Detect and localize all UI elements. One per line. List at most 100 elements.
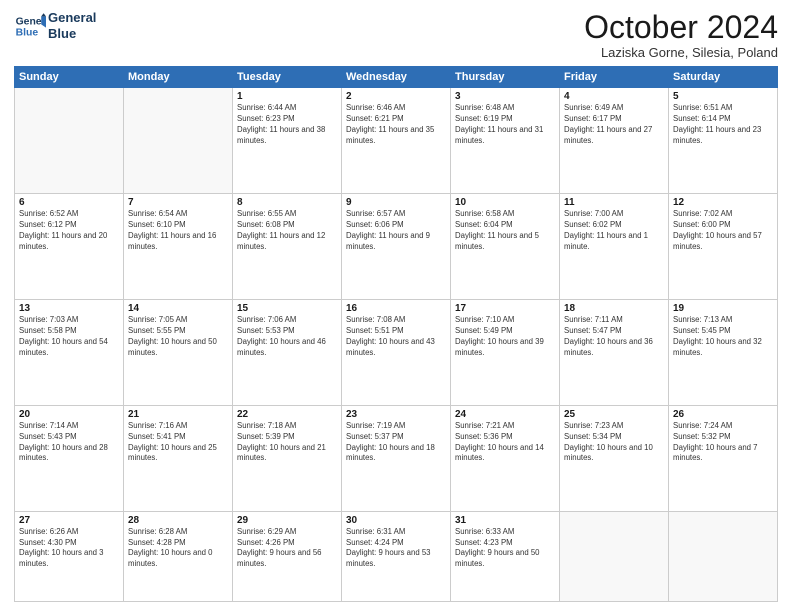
calendar-cell: 6Sunrise: 6:52 AM Sunset: 6:12 PM Daylig… — [15, 194, 124, 300]
day-info: Sunrise: 6:58 AM Sunset: 6:04 PM Dayligh… — [455, 209, 555, 253]
day-info: Sunrise: 7:21 AM Sunset: 5:36 PM Dayligh… — [455, 421, 555, 465]
calendar-cell: 29Sunrise: 6:29 AM Sunset: 4:26 PM Dayli… — [233, 511, 342, 601]
calendar-cell: 2Sunrise: 6:46 AM Sunset: 6:21 PM Daylig… — [342, 88, 451, 194]
day-info: Sunrise: 6:52 AM Sunset: 6:12 PM Dayligh… — [19, 209, 119, 253]
day-info: Sunrise: 7:00 AM Sunset: 6:02 PM Dayligh… — [564, 209, 664, 253]
day-number: 19 — [673, 303, 773, 314]
svg-text:Blue: Blue — [16, 28, 39, 39]
day-number: 30 — [346, 515, 446, 526]
calendar-cell: 16Sunrise: 7:08 AM Sunset: 5:51 PM Dayli… — [342, 299, 451, 405]
day-info: Sunrise: 6:29 AM Sunset: 4:26 PM Dayligh… — [237, 527, 337, 571]
day-info: Sunrise: 6:54 AM Sunset: 6:10 PM Dayligh… — [128, 209, 228, 253]
day-number: 8 — [237, 197, 337, 208]
day-info: Sunrise: 6:55 AM Sunset: 6:08 PM Dayligh… — [237, 209, 337, 253]
calendar-table: Sunday Monday Tuesday Wednesday Thursday… — [14, 66, 778, 602]
day-number: 13 — [19, 303, 119, 314]
day-number: 21 — [128, 409, 228, 420]
day-number: 23 — [346, 409, 446, 420]
page: General Blue General Blue October 2024 L… — [0, 0, 792, 612]
calendar-header: Sunday Monday Tuesday Wednesday Thursday… — [15, 67, 778, 88]
calendar-week-1: 1Sunrise: 6:44 AM Sunset: 6:23 PM Daylig… — [15, 88, 778, 194]
col-monday: Monday — [124, 67, 233, 88]
day-info: Sunrise: 6:31 AM Sunset: 4:24 PM Dayligh… — [346, 527, 446, 571]
calendar-cell: 5Sunrise: 6:51 AM Sunset: 6:14 PM Daylig… — [669, 88, 778, 194]
calendar-cell: 13Sunrise: 7:03 AM Sunset: 5:58 PM Dayli… — [15, 299, 124, 405]
title-block: October 2024 Laziska Gorne, Silesia, Pol… — [584, 10, 778, 60]
day-number: 28 — [128, 515, 228, 526]
day-info: Sunrise: 7:14 AM Sunset: 5:43 PM Dayligh… — [19, 421, 119, 465]
day-info: Sunrise: 6:49 AM Sunset: 6:17 PM Dayligh… — [564, 103, 664, 147]
calendar-cell: 7Sunrise: 6:54 AM Sunset: 6:10 PM Daylig… — [124, 194, 233, 300]
calendar-cell: 20Sunrise: 7:14 AM Sunset: 5:43 PM Dayli… — [15, 405, 124, 511]
calendar-cell: 25Sunrise: 7:23 AM Sunset: 5:34 PM Dayli… — [560, 405, 669, 511]
day-info: Sunrise: 7:03 AM Sunset: 5:58 PM Dayligh… — [19, 315, 119, 359]
col-friday: Friday — [560, 67, 669, 88]
day-number: 10 — [455, 197, 555, 208]
day-info: Sunrise: 7:06 AM Sunset: 5:53 PM Dayligh… — [237, 315, 337, 359]
calendar-cell: 30Sunrise: 6:31 AM Sunset: 4:24 PM Dayli… — [342, 511, 451, 601]
calendar-cell: 21Sunrise: 7:16 AM Sunset: 5:41 PM Dayli… — [124, 405, 233, 511]
calendar-cell: 9Sunrise: 6:57 AM Sunset: 6:06 PM Daylig… — [342, 194, 451, 300]
logo-line1: General — [48, 10, 96, 26]
day-number: 25 — [564, 409, 664, 420]
day-info: Sunrise: 7:24 AM Sunset: 5:32 PM Dayligh… — [673, 421, 773, 465]
day-number: 26 — [673, 409, 773, 420]
day-info: Sunrise: 7:16 AM Sunset: 5:41 PM Dayligh… — [128, 421, 228, 465]
day-number: 12 — [673, 197, 773, 208]
calendar-cell: 27Sunrise: 6:26 AM Sunset: 4:30 PM Dayli… — [15, 511, 124, 601]
calendar-cell — [669, 511, 778, 601]
day-number: 20 — [19, 409, 119, 420]
day-info: Sunrise: 7:05 AM Sunset: 5:55 PM Dayligh… — [128, 315, 228, 359]
calendar-cell: 11Sunrise: 7:00 AM Sunset: 6:02 PM Dayli… — [560, 194, 669, 300]
calendar-cell: 28Sunrise: 6:28 AM Sunset: 4:28 PM Dayli… — [124, 511, 233, 601]
day-info: Sunrise: 7:13 AM Sunset: 5:45 PM Dayligh… — [673, 315, 773, 359]
day-number: 5 — [673, 91, 773, 102]
calendar-cell: 1Sunrise: 6:44 AM Sunset: 6:23 PM Daylig… — [233, 88, 342, 194]
calendar-cell: 23Sunrise: 7:19 AM Sunset: 5:37 PM Dayli… — [342, 405, 451, 511]
day-number: 1 — [237, 91, 337, 102]
day-info: Sunrise: 6:51 AM Sunset: 6:14 PM Dayligh… — [673, 103, 773, 147]
logo: General Blue General Blue — [14, 10, 96, 42]
calendar-cell: 8Sunrise: 6:55 AM Sunset: 6:08 PM Daylig… — [233, 194, 342, 300]
day-info: Sunrise: 6:57 AM Sunset: 6:06 PM Dayligh… — [346, 209, 446, 253]
calendar-week-2: 6Sunrise: 6:52 AM Sunset: 6:12 PM Daylig… — [15, 194, 778, 300]
day-number: 16 — [346, 303, 446, 314]
day-number: 7 — [128, 197, 228, 208]
calendar-cell: 15Sunrise: 7:06 AM Sunset: 5:53 PM Dayli… — [233, 299, 342, 405]
day-number: 6 — [19, 197, 119, 208]
day-info: Sunrise: 7:08 AM Sunset: 5:51 PM Dayligh… — [346, 315, 446, 359]
day-info: Sunrise: 7:23 AM Sunset: 5:34 PM Dayligh… — [564, 421, 664, 465]
day-number: 29 — [237, 515, 337, 526]
calendar-week-4: 20Sunrise: 7:14 AM Sunset: 5:43 PM Dayli… — [15, 405, 778, 511]
day-info: Sunrise: 6:28 AM Sunset: 4:28 PM Dayligh… — [128, 527, 228, 571]
calendar-week-3: 13Sunrise: 7:03 AM Sunset: 5:58 PM Dayli… — [15, 299, 778, 405]
day-number: 3 — [455, 91, 555, 102]
day-number: 15 — [237, 303, 337, 314]
day-info: Sunrise: 7:10 AM Sunset: 5:49 PM Dayligh… — [455, 315, 555, 359]
day-info: Sunrise: 6:46 AM Sunset: 6:21 PM Dayligh… — [346, 103, 446, 147]
calendar-cell: 10Sunrise: 6:58 AM Sunset: 6:04 PM Dayli… — [451, 194, 560, 300]
day-info: Sunrise: 7:19 AM Sunset: 5:37 PM Dayligh… — [346, 421, 446, 465]
col-saturday: Saturday — [669, 67, 778, 88]
calendar-cell — [124, 88, 233, 194]
calendar-cell: 19Sunrise: 7:13 AM Sunset: 5:45 PM Dayli… — [669, 299, 778, 405]
col-wednesday: Wednesday — [342, 67, 451, 88]
calendar-cell: 24Sunrise: 7:21 AM Sunset: 5:36 PM Dayli… — [451, 405, 560, 511]
month-title: October 2024 — [584, 10, 778, 45]
day-number: 11 — [564, 197, 664, 208]
calendar-cell: 22Sunrise: 7:18 AM Sunset: 5:39 PM Dayli… — [233, 405, 342, 511]
col-sunday: Sunday — [15, 67, 124, 88]
logo-text: General Blue — [48, 10, 96, 41]
day-info: Sunrise: 6:26 AM Sunset: 4:30 PM Dayligh… — [19, 527, 119, 571]
day-info: Sunrise: 6:33 AM Sunset: 4:23 PM Dayligh… — [455, 527, 555, 571]
calendar-cell — [15, 88, 124, 194]
day-number: 27 — [19, 515, 119, 526]
calendar-cell: 14Sunrise: 7:05 AM Sunset: 5:55 PM Dayli… — [124, 299, 233, 405]
day-info: Sunrise: 6:48 AM Sunset: 6:19 PM Dayligh… — [455, 103, 555, 147]
day-number: 2 — [346, 91, 446, 102]
day-info: Sunrise: 7:02 AM Sunset: 6:00 PM Dayligh… — [673, 209, 773, 253]
logo-icon: General Blue — [14, 10, 46, 42]
calendar-week-5: 27Sunrise: 6:26 AM Sunset: 4:30 PM Dayli… — [15, 511, 778, 601]
logo-line2: Blue — [48, 26, 96, 42]
header-row: Sunday Monday Tuesday Wednesday Thursday… — [15, 67, 778, 88]
